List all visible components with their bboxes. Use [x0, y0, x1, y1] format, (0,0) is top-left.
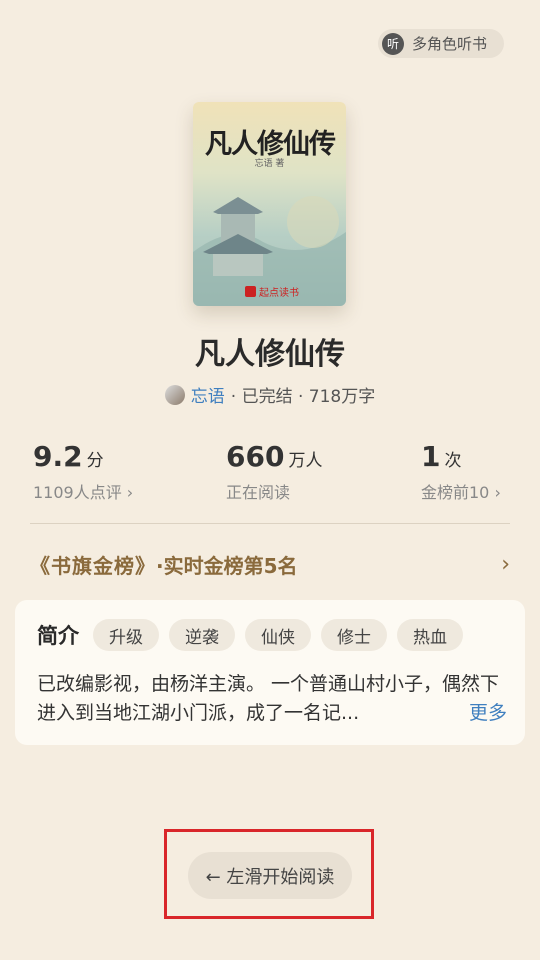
book-meta: 忘语 · 已完结 · 718万字: [0, 382, 540, 407]
tag-chip[interactable]: 升级: [93, 619, 159, 651]
readers-stat: 660 万人 正在阅读: [226, 440, 322, 503]
tag-chip[interactable]: 热血: [397, 619, 463, 651]
more-link[interactable]: 更多: [454, 699, 507, 728]
stats-row: 9.2 分 1109人点评 › 660 万人 正在阅读 1次 金榜前10 ›: [33, 440, 510, 505]
intro-label: 简介: [37, 624, 79, 648]
readers-label: 正在阅读: [226, 483, 291, 502]
highlight-box: [164, 829, 374, 919]
rating-reviews: 1109人点评 ›: [33, 483, 134, 502]
publisher-logo: 起点读书: [245, 284, 299, 299]
author-avatar[interactable]: [164, 384, 185, 405]
divider: [30, 523, 510, 524]
book-title: 凡人修仙传: [195, 337, 345, 372]
rating-stat[interactable]: 9.2 分 1109人点评 ›: [33, 440, 133, 503]
publisher-logo-text: 起点读书: [259, 288, 299, 299]
book-status: · 已完结 · 718万字: [230, 387, 376, 407]
publisher-logo-icon: [245, 286, 256, 297]
cover-author: 忘语 著: [254, 159, 285, 169]
tag-chip[interactable]: 仙侠: [245, 619, 311, 651]
author-link[interactable]: 忘语: [191, 382, 225, 407]
readers-value: 660: [226, 440, 285, 473]
rank-count-value: 1: [421, 440, 441, 473]
listen-label: 多角色听书: [412, 35, 488, 53]
rating-unit: 分: [86, 451, 104, 471]
chevron-right-icon: ›: [501, 551, 510, 577]
intro-card: 简介 升级 逆袭 仙侠 修士 热血 已改编影视，由杨洋主演。 一个普通山村小子，…: [15, 600, 525, 745]
rank-count-unit: 次: [444, 451, 462, 471]
readers-unit: 万人: [288, 451, 323, 471]
rank-count-label: 金榜前10 ›: [421, 483, 501, 502]
intro-text-container: 已改编影视，由杨洋主演。 一个普通山村小子，偶然下进入到当地江湖小门派，成了一名…: [37, 670, 507, 728]
tag-chip[interactable]: 修士: [321, 619, 387, 651]
ranking-badge: 《书旗金榜》: [30, 553, 156, 578]
ranking-row[interactable]: 《书旗金榜》 ·实时金榜第5名 ›: [30, 548, 510, 580]
ranking-text: ·实时金榜第5名: [156, 553, 298, 578]
intro-header: 简介 升级 逆袭 仙侠 修士 热血: [37, 619, 463, 651]
intro-text: 已改编影视，由杨洋主演。 一个普通山村小子，偶然下进入到当地江湖小门派，成了一名…: [37, 673, 500, 724]
book-cover[interactable]: 凡人修仙传 忘语 著 起点读书: [193, 102, 346, 306]
rating-value: 9.2: [33, 440, 83, 473]
listen-icon: 听: [382, 32, 404, 55]
tag-chip[interactable]: 逆袭: [169, 619, 235, 651]
rank-stat[interactable]: 1次 金榜前10 ›: [421, 440, 501, 503]
multi-role-listen-button[interactable]: 听 多角色听书: [378, 29, 504, 58]
